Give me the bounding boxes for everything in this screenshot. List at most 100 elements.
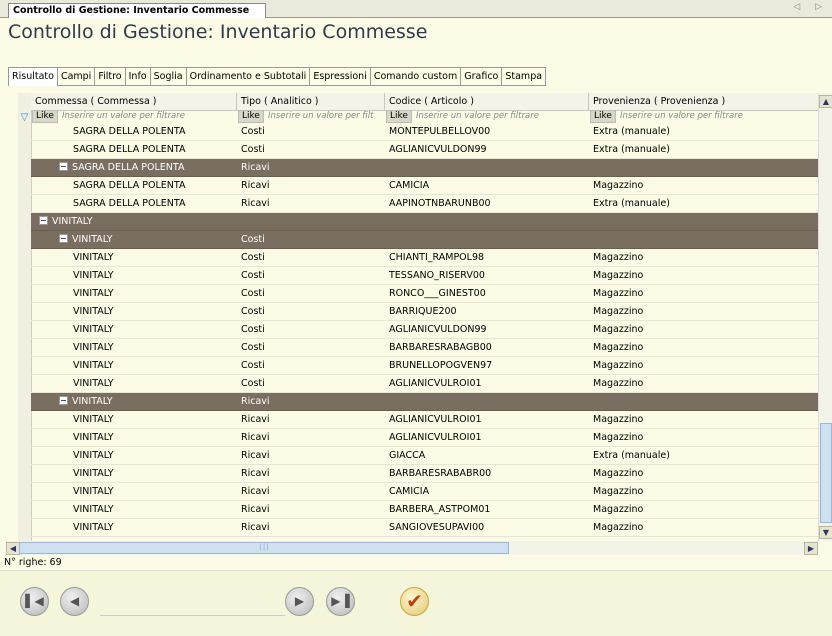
column-header[interactable]: Commessa ( Commessa ) — [31, 93, 237, 110]
horizontal-scroll-thumb[interactable]: │││ — [19, 542, 509, 554]
table-row[interactable]: SAGRA DELLA POLENTA Ricavi CAMICIA Magazzin… — [31, 177, 832, 195]
vertical-scrollbar[interactable]: ▲ ▼ — [818, 93, 832, 541]
table-row[interactable]: VINITALY Costi RONCO___GINEST00 Magazzino — [31, 285, 832, 303]
group-row[interactable]: VINITALY Costi — [31, 231, 832, 249]
confirm-check-icon[interactable]: ✔ — [400, 587, 429, 616]
last-record-icon[interactable]: ▶▐ — [326, 587, 355, 616]
scroll-down-icon[interactable]: ▼ — [819, 526, 832, 539]
table-row[interactable]: VINITALY Costi BRUNELLOPOGVEN97 Magazzino — [31, 357, 832, 375]
tab-filtro[interactable]: Filtro — [94, 67, 125, 86]
column-filter[interactable]: Like Inserire un valore per filtrare — [31, 110, 235, 123]
table-cell — [593, 213, 830, 231]
vertical-scroll-thumb[interactable] — [820, 423, 832, 523]
cell-provenienza: Magazzino — [593, 432, 644, 443]
table-row[interactable]: VINITALY Costi BARBARESRABAGB00 Magazzino — [31, 339, 832, 357]
column-header[interactable]: Tipo ( Analitico ) — [237, 93, 385, 110]
collapse-group-icon[interactable] — [59, 234, 68, 243]
table-cell: Ricavi — [241, 411, 383, 429]
filter-operator-button[interactable]: Like — [238, 110, 264, 123]
scroll-up-icon[interactable]: ▲ — [819, 95, 832, 108]
filter-input[interactable]: Inserire un valore per filtrare — [620, 111, 743, 121]
table-row[interactable]: VINITALY Ricavi CAMICIA Magazzino — [31, 483, 832, 501]
table-row[interactable]: SAGRA DELLA POLENTA Costi AGLIANICVULDON99… — [31, 141, 832, 159]
collapse-group-icon[interactable] — [39, 216, 48, 225]
tab-scroll-arrows[interactable]: ◁ ▷ — [793, 2, 828, 12]
table-row[interactable]: VINITALY Costi AGLIANICVULROI01 Magazzino — [31, 375, 832, 393]
table-row[interactable]: VINITALY Costi CHIANTI_RAMPOL98 Magazzino — [31, 249, 832, 267]
collapse-group-icon[interactable] — [59, 162, 68, 171]
table-cell: AGLIANICVULROI01 — [389, 411, 587, 429]
table-cell: Magazzino — [593, 267, 830, 285]
tab-grafico[interactable]: Grafico — [460, 67, 502, 86]
cell-tipo: Costi — [241, 324, 265, 335]
cell-provenienza: Magazzino — [593, 324, 644, 335]
table-cell: Magazzino — [593, 303, 830, 321]
cell-tipo: Ricavi — [241, 504, 270, 515]
row-selector-column — [18, 93, 32, 541]
group-row[interactable]: SAGRA DELLA POLENTA Ricavi — [31, 159, 832, 177]
sub-tab-bar: Risultato Campi Filtro Info Soglia Ordinament… — [8, 67, 547, 86]
horizontal-scrollbar[interactable]: ◀ │││ ▶ — [6, 541, 818, 555]
table-cell: Extra (manuale) — [593, 447, 830, 465]
record-position-field[interactable] — [100, 615, 285, 616]
table-cell: CAMICIA — [389, 483, 587, 501]
column-filter[interactable]: Like Inserire un valore per filt — [237, 110, 383, 123]
group-row[interactable]: VINITALY — [31, 213, 832, 231]
cell-tipo: Ricavi — [241, 414, 270, 425]
table-cell: CHIANTI_RAMPOL98 — [389, 249, 587, 267]
column-header[interactable]: Provenienza ( Provenienza ) — [589, 93, 832, 110]
table-row[interactable]: SAGRA DELLA POLENTA Ricavi AAPINOTNBARUNB0… — [31, 195, 832, 213]
group-row[interactable]: VINITALY Ricavi — [31, 393, 832, 411]
table-row[interactable]: VINITALY Ricavi GIACCA Extra (manuale) — [31, 447, 832, 465]
cell-provenienza: Magazzino — [593, 468, 644, 479]
table-cell: VINITALY — [59, 231, 235, 249]
table-row[interactable]: VINITALY Costi BARRIQUE200 Magazzino — [31, 303, 832, 321]
table-row[interactable]: VINITALY Costi TESSANO_RISERV00 Magazzino — [31, 267, 832, 285]
filter-operator-button[interactable]: Like — [32, 110, 58, 123]
cell-tipo: Ricavi — [241, 396, 270, 407]
tab-comando-custom[interactable]: Comando custom — [369, 67, 461, 86]
table-row[interactable]: VINITALY Ricavi SANGIOVESUPAVI00 Magazzino — [31, 519, 832, 537]
filter-funnel-icon[interactable]: ▽ — [18, 112, 31, 124]
tab-stampa[interactable]: Stampa — [501, 67, 547, 86]
filter-input[interactable]: Inserire un valore per filt — [268, 111, 374, 121]
filter-operator-button[interactable]: Like — [386, 110, 412, 123]
cell-codice: GIACCA — [389, 450, 426, 461]
cell-commessa: VINITALY — [73, 252, 114, 263]
filter-input[interactable]: Inserire un valore per filtrare — [416, 111, 539, 121]
scroll-right-icon[interactable]: ▶ — [804, 542, 818, 555]
table-cell: Ricavi — [241, 177, 383, 195]
cell-provenienza: Extra (manuale) — [593, 198, 670, 209]
scroll-left-icon[interactable]: ◀ — [6, 542, 20, 555]
tab-info[interactable]: Info — [124, 67, 150, 86]
next-record-icon[interactable]: ▶ — [285, 587, 314, 616]
tab-soglia[interactable]: Soglia — [149, 67, 186, 86]
tab-campi[interactable]: Campi — [56, 67, 95, 86]
column-filter[interactable]: Like Inserire un valore per filtrare — [589, 110, 830, 123]
cell-commessa: VINITALY — [72, 234, 113, 245]
table-row[interactable]: VINITALY Ricavi AGLIANICVULROI01 Magazzino — [31, 411, 832, 429]
column-header[interactable]: Codice ( Articolo ) — [385, 93, 589, 110]
tab-ordinamento-e-subtotali[interactable]: Ordinamento e Subtotali — [185, 67, 310, 86]
table-cell — [593, 159, 830, 177]
table-cell: RONCO___GINEST00 — [389, 285, 587, 303]
filter-operator-button[interactable]: Like — [590, 110, 616, 123]
table-row[interactable]: VINITALY Ricavi AGLIANICVULROI01 Magazzino — [31, 429, 832, 447]
table-row[interactable]: SAGRA DELLA POLENTA Costi MONTEPULBELLOV00… — [31, 123, 832, 141]
table-row[interactable]: VINITALY Costi AGLIANICVULDON99 Magazzino — [31, 321, 832, 339]
column-filter[interactable]: Like Inserire un valore per filtrare — [385, 110, 587, 123]
tab-espressioni[interactable]: Espressioni — [309, 67, 370, 86]
previous-record-icon[interactable]: ◀ — [60, 587, 89, 616]
table-cell: BARBARESRABABR00 — [389, 465, 587, 483]
table-cell: Magazzino — [593, 249, 830, 267]
first-record-icon[interactable]: ▌◀ — [20, 587, 49, 616]
table-cell: Costi — [241, 339, 383, 357]
document-tab[interactable]: Controllo di Gestione: Inventario Commes… — [8, 3, 266, 18]
filter-input[interactable]: Inserire un valore per filtrare — [62, 111, 185, 121]
table-row[interactable]: VINITALY Ricavi BARBARESRABABR00 Magazzino — [31, 465, 832, 483]
collapse-group-icon[interactable] — [59, 396, 68, 405]
table-cell: VINITALY — [73, 447, 235, 465]
tab-risultato[interactable]: Risultato — [8, 67, 57, 86]
table-row[interactable]: VINITALY Ricavi BARBERA_ASTPOM01 Magazzino — [31, 501, 832, 519]
table-cell: VINITALY — [73, 465, 235, 483]
